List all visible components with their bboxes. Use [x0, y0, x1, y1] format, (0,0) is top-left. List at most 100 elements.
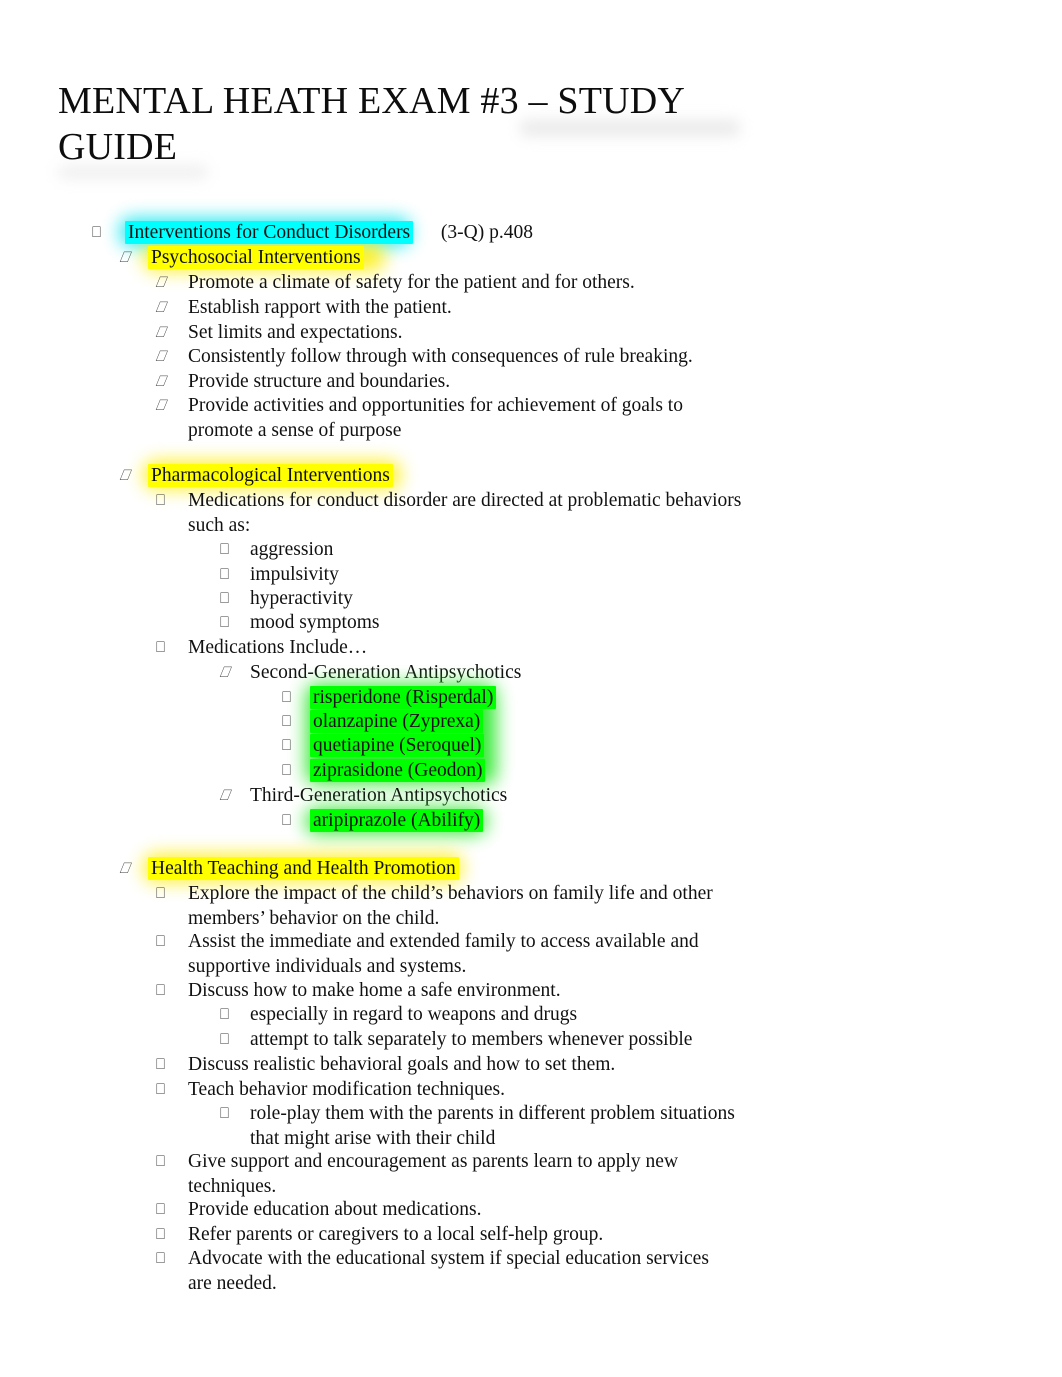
- list-item-text: Provide activities and opportunities for…: [188, 395, 683, 441]
- list-item: ⎕ Provide structure and boundaries.: [154, 369, 776, 394]
- bullet-glyph-level3: ⎕: [156, 638, 166, 656]
- list-item: ⎕ Provide activities and opportunities f…: [154, 393, 741, 443]
- section-health-teaching: ⎕ Health Teaching and Health Promotion: [118, 854, 1020, 882]
- bullet-glyph-level3: ⎕: [156, 981, 166, 999]
- bullet-glyph-level4: ⎕: [220, 1104, 230, 1122]
- bullet-glyph-level3: ⎕: [154, 396, 167, 414]
- list-item: ⎕ Discuss how to make home a safe enviro…: [156, 978, 731, 1003]
- list-item: ⎕ aripiprazole (Abilify): [282, 808, 782, 833]
- list-item-text: Promote a climate of safety for the pati…: [188, 272, 635, 293]
- list-item-text: Provide education about medications.: [188, 1199, 482, 1220]
- bullet-glyph-level4: ⎕: [220, 540, 230, 558]
- list-item-text: Establish rapport with the patient.: [188, 297, 452, 318]
- list-item-text: Give support and encouragement as parent…: [188, 1151, 679, 1197]
- medications-include-label: Medications Include…: [188, 637, 368, 658]
- list-item-text: Discuss how to make home a safe environm…: [188, 980, 561, 1001]
- list-item-text: Refer parents or caregivers to a local s…: [188, 1224, 604, 1245]
- target-behavior-text: mood symptoms: [250, 612, 380, 633]
- target-behavior-text: aggression: [250, 539, 334, 560]
- bullet-glyph-level3: ⎕: [156, 1080, 166, 1098]
- bullet-glyph-level5: ⎕: [282, 761, 292, 779]
- drug-class-third-generation: ⎕ Third-Generation Antipsychotics: [218, 783, 820, 808]
- list-item-text: attempt to talk separately to members wh…: [250, 1029, 693, 1050]
- list-item-text: especially in regard to weapons and drug…: [250, 1004, 578, 1025]
- list-item-text: Assist the immediate and extended family…: [188, 931, 699, 977]
- target-behavior-text: hyperactivity: [250, 588, 353, 609]
- list-item: ⎕ risperidone (Risperdal): [282, 685, 782, 710]
- bullet-glyph-level4: ⎕: [220, 613, 230, 631]
- drug-name: olanzapine (Zyprexa): [310, 710, 484, 733]
- list-item: ⎕ Consistently follow through with conse…: [154, 344, 776, 369]
- bullet-glyph-level3: ⎕: [154, 298, 167, 316]
- section-label-psychosocial: Psychosocial Interventions: [148, 246, 364, 269]
- drug-name: quetiapine (Seroquel): [310, 734, 485, 757]
- page-title: MENTAL HEATH EXAM #3 – STUDY GUIDE: [58, 80, 694, 168]
- list-item: ⎕ quetiapine (Seroquel): [282, 733, 782, 758]
- bullet-glyph-level2: ⎕: [118, 859, 131, 877]
- list-item: ⎕ Discuss realistic behavioral goals and…: [156, 1052, 731, 1077]
- bullet-glyph-level3: ⎕: [154, 347, 167, 365]
- bullet-glyph-level4: ⎕: [218, 786, 231, 804]
- section-label-health-teaching: Health Teaching and Health Promotion: [148, 857, 459, 880]
- bullet-glyph-level2: ⎕: [118, 248, 131, 266]
- bullet-glyph-level5: ⎕: [282, 712, 292, 730]
- bullet-glyph-level3: ⎕: [156, 932, 166, 950]
- bullet-glyph-level1: ⎕: [92, 223, 102, 241]
- drug-class-name: Third-Generation Antipsychotics: [250, 785, 508, 806]
- bullet-glyph-level2: ⎕: [118, 466, 131, 484]
- list-item: ⎕ Medications Include…: [156, 635, 756, 660]
- list-item: ⎕ mood symptoms: [220, 610, 720, 635]
- list-item-text: Teach behavior modification techniques.: [188, 1079, 506, 1100]
- section-label-pharmacological: Pharmacological Interventions: [148, 464, 393, 487]
- list-item: ⎕ role-play them with the parents in dif…: [220, 1101, 765, 1151]
- section-pharmacological-interventions: ⎕ Pharmacological Interventions: [118, 461, 1020, 489]
- target-behavior-text: impulsivity: [250, 564, 339, 585]
- bullet-glyph-level4: ⎕: [220, 565, 230, 583]
- list-item: ⎕ Provide education about medications.: [156, 1197, 731, 1222]
- bullet-glyph-level3: ⎕: [154, 273, 167, 291]
- bullet-glyph-level4: ⎕: [218, 663, 231, 681]
- bullet-glyph-level3: ⎕: [156, 1055, 166, 1073]
- list-item: ⎕ hyperactivity: [220, 586, 720, 611]
- list-item-text: Provide structure and boundaries.: [188, 371, 451, 392]
- heading-label: Interventions for Conduct Disorders: [125, 221, 414, 244]
- bullet-glyph-level5: ⎕: [282, 736, 292, 754]
- list-item-text: Explore the impact of the child’s behavi…: [188, 883, 713, 929]
- list-item: ⎕ olanzapine (Zyprexa): [282, 709, 782, 734]
- list-item-text: role-play them with the parents in diffe…: [250, 1103, 735, 1149]
- list-item: ⎕ Set limits and expectations.: [154, 320, 776, 345]
- list-item: ⎕ Assist the immediate and extended fami…: [156, 929, 731, 979]
- list-item: ⎕ especially in regard to weapons and dr…: [220, 1002, 780, 1027]
- drug-name: ziprasidone (Geodon): [310, 759, 486, 782]
- list-item: ⎕ Establish rapport with the patient.: [154, 295, 776, 320]
- bullet-glyph-level4: ⎕: [220, 1030, 230, 1048]
- heading-reference: (3-Q) p.408: [440, 222, 533, 243]
- bullet-glyph-level4: ⎕: [220, 589, 230, 607]
- list-item: ⎕ Promote a climate of safety for the pa…: [154, 270, 776, 295]
- list-item: ⎕ Give support and encouragement as pare…: [156, 1149, 696, 1199]
- bullet-glyph-level3: ⎕: [156, 884, 166, 902]
- drug-name: aripiprazole (Abilify): [310, 809, 484, 832]
- bullet-glyph-level3: ⎕: [156, 1249, 166, 1267]
- list-item-text: Set limits and expectations.: [188, 322, 403, 343]
- bullet-glyph-level3: ⎕: [154, 323, 167, 341]
- list-item: ⎕ attempt to talk separately to members …: [220, 1027, 780, 1052]
- bullet-glyph-level3: ⎕: [154, 372, 167, 390]
- list-item: ⎕ Explore the impact of the child’s beha…: [156, 881, 731, 931]
- list-item: ⎕ Medications for conduct disorder are d…: [156, 488, 748, 538]
- pharmacological-intro-text: Medications for conduct disorder are dir…: [188, 490, 742, 536]
- bullet-glyph-level3: ⎕: [156, 491, 166, 509]
- drug-class-second-generation: ⎕ Second-Generation Antipsychotics: [218, 660, 820, 685]
- list-item: ⎕ Refer parents or caregivers to a local…: [156, 1222, 731, 1247]
- list-item-text: Discuss realistic behavioral goals and h…: [188, 1054, 616, 1075]
- list-item: ⎕ Teach behavior modification techniques…: [156, 1077, 731, 1102]
- section-psychosocial-interventions: ⎕ Psychosocial Interventions: [118, 243, 1020, 271]
- document-page: MENTAL HEATH EXAM #3 – STUDY GUIDE ⎕ Int…: [0, 0, 1062, 1377]
- bullet-glyph-level3: ⎕: [156, 1225, 166, 1243]
- bullet-glyph-level4: ⎕: [220, 1005, 230, 1023]
- list-item-text: Consistently follow through with consequ…: [188, 346, 693, 367]
- drug-name: risperidone (Risperdal): [310, 686, 497, 709]
- list-item: ⎕ ziprasidone (Geodon): [282, 758, 782, 783]
- bullet-glyph-level3: ⎕: [156, 1200, 166, 1218]
- bullet-glyph-level5: ⎕: [282, 811, 292, 829]
